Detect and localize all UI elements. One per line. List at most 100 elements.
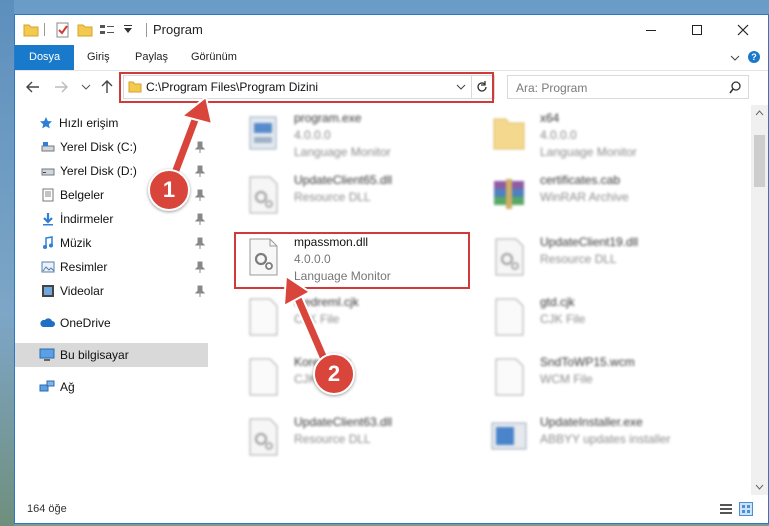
file-name: feedreml.cjk bbox=[294, 295, 359, 309]
scrollbar-thumb[interactable] bbox=[754, 135, 765, 187]
pin-icon[interactable] bbox=[195, 285, 205, 297]
tab-view[interactable]: Görünüm bbox=[191, 45, 237, 70]
maximize-button[interactable] bbox=[674, 15, 720, 45]
sidebar-item-pictures[interactable]: Resimler bbox=[15, 255, 208, 279]
blank-file-icon bbox=[249, 358, 278, 396]
help-button[interactable]: ? bbox=[748, 51, 760, 63]
desktop-background bbox=[0, 0, 14, 526]
sidebar-item-network[interactable]: Ağ bbox=[15, 375, 208, 399]
properties-icon[interactable] bbox=[55, 22, 71, 38]
sidebar-item-label: Müzik bbox=[60, 236, 92, 250]
step-badge-2: 2 bbox=[313, 353, 355, 395]
chevron-down-icon[interactable] bbox=[456, 82, 466, 92]
large-icons-view-icon[interactable] bbox=[739, 502, 753, 516]
folder-icon bbox=[23, 24, 39, 37]
address-divider bbox=[471, 76, 472, 98]
sidebar-item-label: İndirmeler bbox=[60, 212, 114, 226]
up-arrow-icon[interactable] bbox=[99, 79, 115, 95]
pin-icon[interactable] bbox=[195, 261, 205, 273]
tab-home[interactable]: Giriş bbox=[87, 45, 110, 70]
file-name: UpdateInstaller.exe bbox=[540, 415, 643, 429]
dll-file-icon bbox=[495, 238, 524, 276]
recent-locations-chevron-icon[interactable] bbox=[81, 83, 91, 91]
sidebar-item-downloads[interactable]: İndirmeler bbox=[15, 207, 208, 231]
new-folder-icon[interactable] bbox=[77, 22, 93, 38]
forward-arrow-icon[interactable] bbox=[53, 79, 69, 95]
chevron-down-icon[interactable] bbox=[730, 54, 740, 62]
sidebar-item-label: Yerel Disk (C:) bbox=[60, 140, 137, 154]
close-button[interactable] bbox=[720, 15, 766, 45]
tab-file[interactable]: Dosya bbox=[15, 45, 75, 70]
installer-icon bbox=[491, 422, 527, 450]
sidebar-item-onedrive[interactable]: OneDrive bbox=[15, 311, 208, 335]
maximize-icon bbox=[692, 25, 702, 35]
step-badge-1: 1 bbox=[148, 169, 190, 211]
minimize-button[interactable] bbox=[628, 15, 674, 45]
file-name: UpdateClient65.dll bbox=[294, 173, 393, 187]
pin-icon[interactable] bbox=[195, 141, 205, 153]
file-description: Resource DLL bbox=[294, 432, 371, 446]
blank-file-icon bbox=[495, 358, 524, 396]
file-description: Resource DLL bbox=[294, 190, 371, 204]
file-item-program-exe[interactable]: program.exe 4.0.0.0 Language Monitor bbox=[236, 107, 466, 161]
program-file-icon bbox=[249, 116, 277, 150]
quick-access-divider bbox=[44, 23, 45, 36]
sidebar-item-videos[interactable]: Videolar bbox=[15, 279, 208, 303]
title-divider bbox=[146, 23, 147, 37]
address-path[interactable]: C:\Program Files\Program Dizini bbox=[146, 80, 318, 94]
details-view-icon[interactable] bbox=[719, 502, 733, 516]
file-item-updateclient65-dll[interactable]: UpdateClient65.dll Resource DLL bbox=[236, 169, 466, 223]
pin-icon[interactable] bbox=[195, 189, 205, 201]
cloud-icon bbox=[40, 318, 55, 327]
download-icon bbox=[43, 213, 53, 226]
file-item-certificates-cab[interactable]: certificates.cab WinRAR Archive bbox=[482, 169, 712, 223]
blank-file-icon bbox=[249, 298, 278, 336]
refresh-icon[interactable] bbox=[475, 80, 489, 94]
sidebar-item-local-disk-c[interactable]: Yerel Disk (C:) bbox=[15, 135, 208, 159]
file-name: x64 bbox=[540, 111, 560, 125]
file-description: ABBYY updates installer bbox=[540, 432, 671, 446]
view-options-icon[interactable] bbox=[99, 22, 117, 38]
pin-icon[interactable] bbox=[195, 237, 205, 249]
file-description: CJK File bbox=[540, 312, 586, 326]
file-item-updateinstaller-exe[interactable]: UpdateInstaller.exe ABBYY updates instal… bbox=[482, 411, 712, 465]
sidebar-item-this-pc[interactable]: Bu bilgisayar bbox=[15, 343, 208, 367]
sidebar-item-label: OneDrive bbox=[60, 316, 111, 330]
file-description: Resource DLL bbox=[540, 252, 617, 266]
file-item-updateclient19-dll[interactable]: UpdateClient19.dll Resource DLL bbox=[482, 231, 712, 285]
file-item-feedreml-cjk[interactable]: feedreml.cjk CJK File bbox=[236, 291, 466, 345]
search-box[interactable]: Ara: Program bbox=[507, 75, 749, 99]
file-item-x64[interactable]: x64 4.0.0.0 Language Monitor bbox=[482, 107, 712, 161]
pin-icon[interactable] bbox=[195, 213, 205, 225]
scroll-down-icon[interactable] bbox=[755, 483, 764, 491]
sidebar-item-quick-access[interactable]: Hızlı erişim bbox=[15, 111, 208, 135]
window-title: Program bbox=[153, 22, 203, 37]
music-icon bbox=[43, 236, 53, 249]
file-item-sndtowp15-wcm[interactable]: SndToWP15.wcm WCM File bbox=[482, 351, 712, 405]
search-icon[interactable] bbox=[729, 81, 742, 94]
tab-share[interactable]: Paylaş bbox=[135, 45, 168, 70]
network-icon bbox=[39, 380, 55, 392]
file-name: SndToWP15.wcm bbox=[540, 355, 635, 369]
blank-file-icon bbox=[495, 298, 524, 336]
sidebar-item-music[interactable]: Müzik bbox=[15, 231, 208, 255]
file-description: Language Monitor bbox=[294, 145, 391, 159]
file-item-gtd-cjk[interactable]: gtd.cjk CJK File bbox=[482, 291, 712, 345]
scroll-up-icon[interactable] bbox=[755, 109, 764, 117]
folder-icon bbox=[493, 118, 525, 150]
computer-icon bbox=[39, 348, 55, 361]
pin-icon[interactable] bbox=[195, 165, 205, 177]
file-item-updateclient63-dll[interactable]: UpdateClient63.dll Resource DLL bbox=[236, 411, 466, 465]
minimize-icon bbox=[646, 30, 656, 31]
file-name: UpdateClient19.dll bbox=[540, 235, 639, 249]
dll-file-icon bbox=[249, 418, 278, 456]
search-input[interactable]: Ara: Program bbox=[516, 81, 587, 95]
file-version: 4.0.0.0 bbox=[540, 128, 577, 142]
back-arrow-icon[interactable] bbox=[25, 79, 41, 95]
address-bar[interactable]: C:\Program Files\Program Dizini bbox=[123, 75, 495, 99]
drive-icon bbox=[41, 142, 55, 152]
dll-file-icon bbox=[249, 176, 278, 214]
archive-icon bbox=[494, 179, 524, 209]
vertical-scrollbar[interactable] bbox=[751, 105, 768, 495]
customize-toolbar-icon[interactable] bbox=[121, 22, 135, 38]
